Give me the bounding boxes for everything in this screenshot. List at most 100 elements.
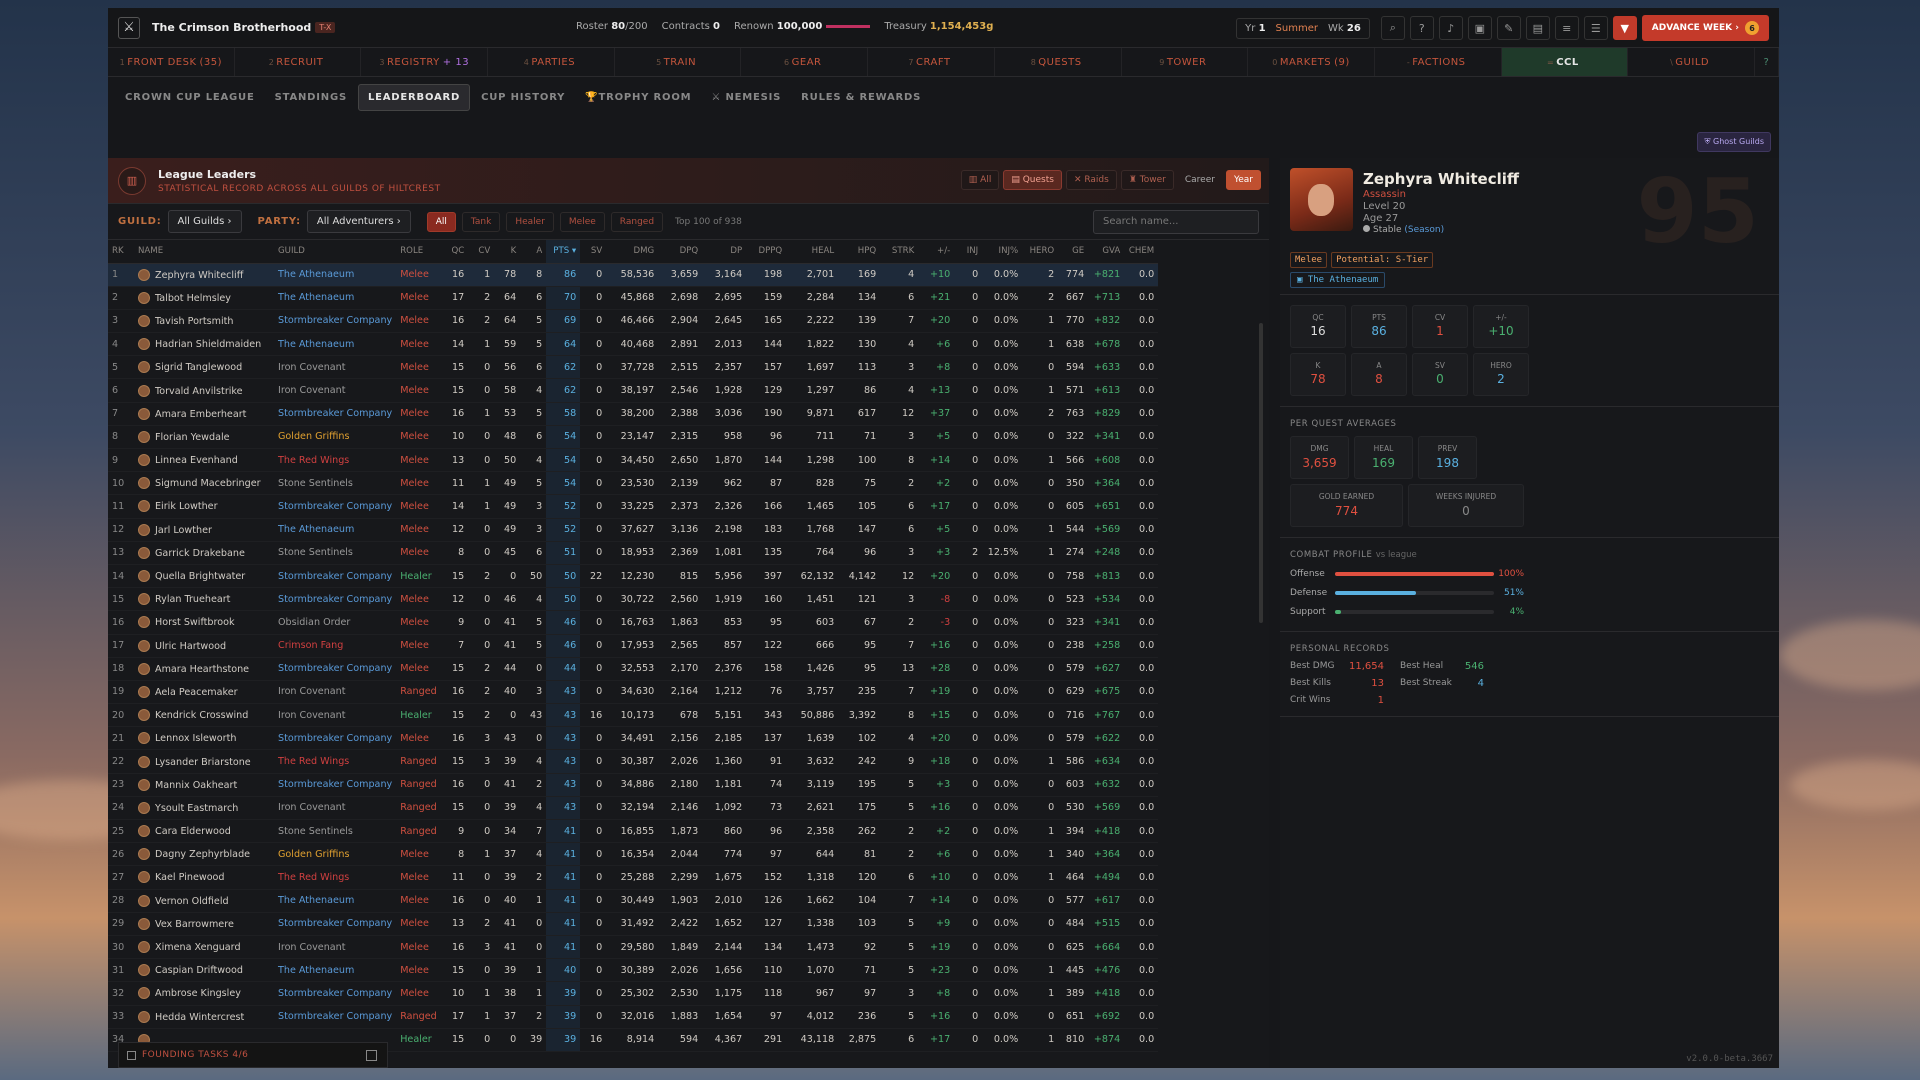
leaderboard-row[interactable]: 9 Linnea Evenhand The Red Wings Melee 13 0 50 4… bbox=[108, 448, 1159, 473]
col-header-hpq[interactable]: HPQ bbox=[838, 240, 881, 264]
player-name-cell[interactable]: Eirik Lowther bbox=[134, 494, 274, 519]
col-header-name[interactable]: NAME bbox=[134, 240, 274, 264]
leaderboard-row[interactable]: 6 Torvald Anvilstrike Iron Covenant Melee 15… bbox=[108, 378, 1159, 403]
guild-cell[interactable]: Stormbreaker Company bbox=[274, 402, 397, 426]
col-header-cv[interactable]: CV bbox=[468, 240, 495, 264]
leaderboard-row[interactable]: 32 Ambrose Kingsley Stormbreaker Company Me… bbox=[108, 981, 1159, 1006]
subtab-nemesis[interactable]: ⚔ NEMESIS bbox=[702, 85, 790, 110]
player-name-cell[interactable]: Amara Hearthstone bbox=[134, 657, 274, 681]
subtab-trophy-room[interactable]: 🏆TROPHY ROOM bbox=[576, 85, 700, 110]
guild-cell[interactable]: The Athenaeum bbox=[274, 263, 397, 287]
player-name-cell[interactable]: Quella Brightwater bbox=[134, 564, 274, 589]
player-name-cell[interactable]: Rylan Trueheart bbox=[134, 587, 274, 612]
player-name-cell[interactable]: Lysander Briarstone bbox=[134, 749, 274, 774]
help-circle-icon[interactable]: ? bbox=[1755, 48, 1779, 76]
player-name-cell[interactable]: Aela Peacemaker bbox=[134, 680, 274, 705]
col-header-heal[interactable]: HEAL bbox=[786, 240, 839, 264]
nav-tab-craft[interactable]: 7 CRAFT bbox=[868, 48, 995, 76]
player-guild-tag[interactable]: ▣ The Athenaeum bbox=[1290, 272, 1386, 288]
nav-tab-recruit[interactable]: 2 RECRUIT bbox=[235, 48, 362, 76]
leaderboard-row[interactable]: 29 Vex Barrowmere Stormbreaker Company Mele… bbox=[108, 912, 1159, 936]
guild-cell[interactable]: Stone Sentinels bbox=[274, 541, 397, 565]
chip-all[interactable]: All bbox=[426, 211, 456, 232]
guild-cell[interactable]: Stormbreaker Company bbox=[274, 912, 397, 936]
subtab-rules-rewards[interactable]: RULES & REWARDS bbox=[792, 85, 930, 110]
nav-tab-quests[interactable]: 8 QUESTS bbox=[995, 48, 1122, 76]
leaderboard-row[interactable]: 30 Ximena Xenguard Iron Covenant Melee 16 3 41… bbox=[108, 935, 1159, 960]
guild-cell[interactable]: The Athenaeum bbox=[274, 958, 397, 983]
col-header-guild[interactable]: GUILD bbox=[274, 240, 397, 264]
guild-cell[interactable]: Crimson Fang bbox=[274, 634, 397, 658]
player-name-cell[interactable]: Horst Swiftbrook bbox=[134, 610, 274, 635]
leaderboard-row[interactable]: 33 Hedda Wintercrest Stormbreaker Company R… bbox=[108, 1005, 1159, 1029]
guild-cell[interactable]: Stormbreaker Company bbox=[274, 309, 397, 334]
founding-tasks-bar[interactable]: FOUNDING TASKS 4/6 bbox=[118, 1042, 388, 1068]
book-icon[interactable]: ▤ bbox=[1525, 16, 1550, 40]
career-toggle[interactable]: Career bbox=[1178, 171, 1222, 189]
leaderboard-row[interactable]: 28 Vernon Oldfield The Athenaeum Melee 16 0 40… bbox=[108, 889, 1159, 913]
player-name-cell[interactable]: Linnea Evenhand bbox=[134, 448, 274, 473]
guild-cell[interactable]: Stormbreaker Company bbox=[274, 981, 397, 1006]
leaderboard-row[interactable]: 25 Cara Elderwood Stone Sentinels Ranged 9 0 3… bbox=[108, 819, 1159, 844]
expand-checkbox[interactable] bbox=[366, 1049, 377, 1061]
guild-cell[interactable]: Iron Covenant bbox=[274, 703, 397, 728]
leaderboard-row[interactable]: 17 Ulric Hartwood Crimson Fang Melee 7 0 41 5 46… bbox=[108, 634, 1159, 658]
player-name-cell[interactable]: Hadrian Shieldmaiden bbox=[134, 332, 274, 357]
leaderboard-row[interactable]: 27 Kael Pinewood The Red Wings Melee 11 0 39 2 4… bbox=[108, 865, 1159, 890]
leaderboard-row[interactable]: 5 Sigrid Tanglewood Iron Covenant Melee 15 0 5… bbox=[108, 355, 1159, 380]
chip-tank[interactable]: Tank bbox=[461, 211, 501, 232]
chip-ranged[interactable]: Ranged bbox=[610, 211, 664, 232]
scope-all-button[interactable]: ▥ All bbox=[960, 170, 1000, 190]
player-name-cell[interactable]: Dagny Zephyrblade bbox=[134, 842, 274, 867]
log-icon[interactable]: ≡ bbox=[1554, 16, 1579, 40]
advance-week-button[interactable]: ADVANCE WEEK › 6 bbox=[1641, 15, 1769, 41]
leaderboard-row[interactable]: 13 Garrick Drakebane Stone Sentinels Melee 8… bbox=[108, 541, 1159, 565]
crossed-swords-icon[interactable]: ⚔ bbox=[118, 16, 140, 39]
leaderboard-row[interactable]: 2 Talbot Helmsley The Athenaeum Melee 17 2 64 6… bbox=[108, 286, 1159, 310]
search-icon[interactable]: ⌕ bbox=[1380, 16, 1405, 40]
player-name-cell[interactable]: Amara Emberheart bbox=[134, 402, 274, 426]
guild-cell[interactable]: Stormbreaker Company bbox=[274, 1005, 397, 1029]
player-name-cell[interactable]: Garrick Drakebane bbox=[134, 541, 274, 565]
nav-tab-gear[interactable]: 6 GEAR bbox=[741, 48, 869, 76]
nav-tab-factions[interactable]: - FACTIONS bbox=[1375, 48, 1502, 76]
player-name-cell[interactable]: Hedda Wintercrest bbox=[134, 1005, 274, 1029]
col-header-rk[interactable]: RK bbox=[108, 240, 134, 264]
search-input[interactable]: Search name... bbox=[1093, 209, 1259, 234]
player-name-cell[interactable]: Zephyra Whitecliff bbox=[134, 263, 274, 287]
guild-cell[interactable]: The Red Wings bbox=[274, 448, 397, 473]
guild-cell[interactable]: Stormbreaker Company bbox=[274, 587, 397, 612]
chip-melee[interactable]: Melee bbox=[559, 211, 605, 232]
guild-cell[interactable]: The Athenaeum bbox=[274, 518, 397, 542]
guild-cell[interactable]: The Red Wings bbox=[274, 749, 397, 774]
subtab-leaderboard[interactable]: LEADERBOARD bbox=[357, 83, 471, 111]
col-header-dppq[interactable]: DPPQ bbox=[746, 240, 787, 264]
col-header-hero[interactable]: HERO bbox=[1022, 240, 1059, 264]
nav-tab-tower[interactable]: 9 TOWER bbox=[1122, 48, 1249, 76]
player-name-cell[interactable]: Cara Elderwood bbox=[134, 819, 274, 844]
player-name-cell[interactable]: Sigmund Macebringer bbox=[134, 471, 274, 496]
col-header-dp[interactable]: DP bbox=[702, 240, 747, 264]
nav-tab-guild[interactable]: \ GUILD bbox=[1628, 48, 1755, 76]
col-header-pts[interactable]: PTS ▾ bbox=[546, 240, 581, 264]
leaderboard-row[interactable]: 19 Aela Peacemaker Iron Covenant Ranged 16 2 4… bbox=[108, 680, 1159, 705]
leaderboard-row[interactable]: 18 Amara Hearthstone Stormbreaker Company M… bbox=[108, 657, 1159, 681]
help-icon[interactable]: ? bbox=[1409, 16, 1434, 40]
player-name-cell[interactable]: Caspian Driftwood bbox=[134, 958, 274, 983]
guild-cell[interactable]: Stormbreaker Company bbox=[274, 494, 397, 519]
col-header-chem[interactable]: CHEM bbox=[1124, 240, 1159, 264]
ghost-guilds-button[interactable]: ⛨ Ghost Guilds bbox=[1697, 132, 1771, 152]
guild-cell[interactable]: Iron Covenant bbox=[274, 378, 397, 403]
guild-select[interactable]: All Guilds › bbox=[167, 210, 242, 233]
nav-tab-ccl[interactable]: = CCL bbox=[1501, 48, 1629, 76]
table-scrollbar[interactable] bbox=[1259, 323, 1263, 623]
col-header-inj%[interactable]: INJ% bbox=[982, 240, 1023, 264]
player-name-cell[interactable]: Kael Pinewood bbox=[134, 865, 274, 890]
chip-healer[interactable]: Healer bbox=[506, 211, 554, 232]
player-name-cell[interactable]: Tavish Portsmith bbox=[134, 309, 274, 334]
scope-quests-button[interactable]: ▤ Quests bbox=[1003, 170, 1062, 190]
settings-icon[interactable]: ☰ bbox=[1583, 16, 1608, 40]
save-icon[interactable]: ▣ bbox=[1467, 16, 1492, 40]
col-header-dmg[interactable]: DMG bbox=[606, 240, 659, 264]
leaderboard-row[interactable]: 26 Dagny Zephyrblade Golden Griffins Melee 8… bbox=[108, 842, 1159, 867]
